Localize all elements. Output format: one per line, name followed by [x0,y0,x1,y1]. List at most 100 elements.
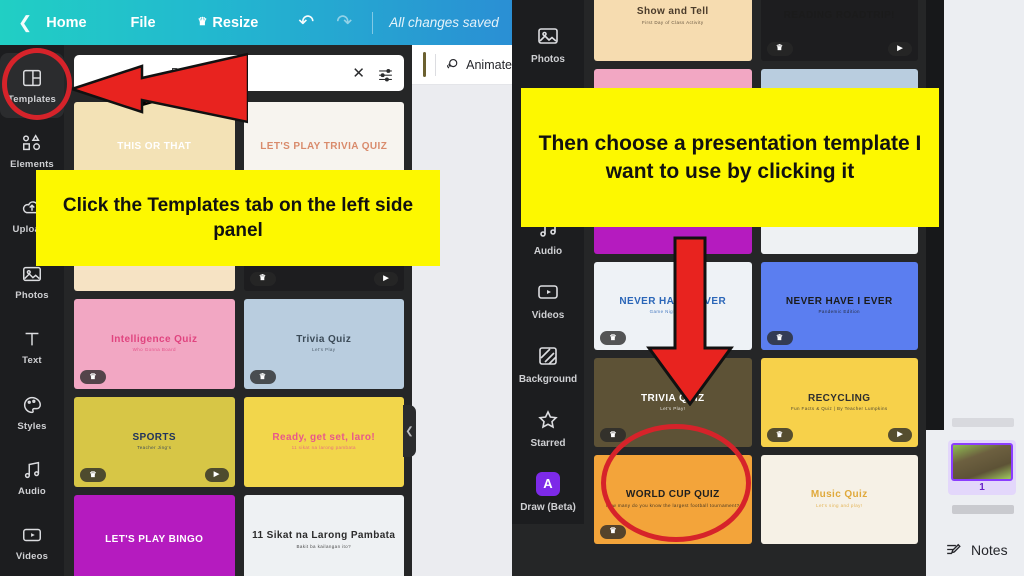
template-card[interactable]: NEVER HAVE I EVER Pandemic Edition ♛ [760,261,918,351]
template-card-subtitle: Let's Play! [660,406,686,412]
canvas-toolbar: Animate [412,45,512,85]
callout-left: Click the Templates tab on the left side… [36,170,440,266]
crown-icon: ♛ [249,271,276,286]
template-card-title: Intelligence QuizWho Gonna Board [111,333,198,353]
close-x-icon[interactable]: ✕ [352,64,365,82]
template-card[interactable]: 11 Sikat na Larong PambataBakit ba kaila… [243,495,404,576]
sidebar-label-photos: Photos [531,53,565,65]
photo-icon [536,24,560,48]
resize-label: Resize [212,14,259,31]
sliders-filter-icon[interactable] [377,66,394,82]
animate-layers-icon [447,58,458,69]
crown-icon: ♛ [600,524,626,539]
template-card-subtitle: Pandemic Edition [818,309,860,315]
template-card[interactable]: Trivia Quiz Let's Play ♛ [243,298,404,389]
template-card-title: Show and Tell First Day of Class Activity [636,6,709,25]
sidebar-item-audio[interactable]: Audio [0,445,64,510]
animate-button[interactable]: Animate [444,56,512,73]
play-icon[interactable]: ▶ [374,271,398,286]
left-side-panel-rail: Templates Elements Uploads Photos Text S… [0,45,64,576]
template-card[interactable]: LET'S PLAY BINGO [74,495,235,576]
template-card-title: LET'S PLAY BINGO [105,534,204,546]
animate-label: Animate [466,57,512,72]
red-arrow-down-icon [646,236,734,406]
crown-icon: ♛ [766,331,793,346]
sidebar-item-starred[interactable]: Starred [512,396,584,460]
template-card-subtitle: Who Gonna Board [132,347,176,353]
canvas-area-left: Animate [412,45,512,576]
save-status-label: All changes saved [389,15,499,30]
sidebar-label-audio: Audio [533,245,563,257]
scrollbar-track-top[interactable] [952,418,1014,427]
color-swatch-button[interactable] [423,52,427,77]
sidebar-label-photos: Photos [15,289,49,301]
file-menu-button[interactable]: File [131,15,156,31]
notes-button[interactable]: Notes [944,540,1008,559]
template-card-title: Music Quiz Let's sing and play! [810,489,868,508]
sidebar-label-background: Background [518,373,578,385]
sidebar-item-draw-beta[interactable]: A Draw (Beta) [512,460,584,524]
back-chevron-icon[interactable]: ❮ [18,13,32,33]
sidebar-item-text[interactable]: Text [0,315,64,380]
sidebar-item-photos[interactable]: Photos [512,12,584,76]
crown-icon: ♛ [249,369,276,384]
screenshot-root: ❮ Home File ♛ Resize ↶ ↷ All changes sav… [0,0,1024,576]
template-card-subtitle: 11 sikat na larong pambata [291,445,356,451]
play-icon[interactable]: ▶ [888,41,912,56]
template-card[interactable]: RECYCLING Fun Facts & Quiz | By Teacher L… [760,358,918,447]
template-card-title: RECYCLING Fun Facts & Quiz | By Teacher L… [790,392,888,412]
slide-thumbnail-panel: 1 Notes [926,0,1024,576]
slide-thumbnail-item[interactable]: 1 [948,440,1016,495]
video-play-icon [21,524,43,546]
video-play-icon [536,280,560,304]
sidebar-label-text: Text [22,355,42,367]
sidebar-item-background[interactable]: Background [512,332,584,396]
shapes-icon [21,132,43,154]
template-card-title: 11 Sikat na Larong PambataBakit ba kaila… [252,530,396,549]
template-card[interactable]: Music Quiz Let's sing and play! [760,454,918,544]
play-icon[interactable]: ▶ [888,427,912,442]
sidebar-label-elements: Elements [10,159,54,171]
sidebar-item-styles[interactable]: Styles [0,380,64,445]
home-button[interactable]: Home [46,15,86,31]
crown-icon: ♛ [600,331,626,346]
play-icon[interactable]: ▶ [204,468,229,483]
sidebar-label-audio: Audio [18,485,46,497]
redo-arrow-icon[interactable]: ↷ [336,11,352,34]
template-card-title: Trivia QuizLet's Play [296,333,352,353]
sidebar-label-starred: Starred [530,437,566,449]
template-card[interactable]: Intelligence Quiz Who Gonna Board ♛ [74,298,235,389]
sidebar-label-styles: Styles [17,420,47,432]
template-card-subtitle: Let's sing and play! [816,502,863,508]
sidebar-item-videos[interactable]: Videos [512,268,584,332]
template-card-subtitle: Bakit ba kailangan ito? [296,543,351,549]
sidebar-label-videos: Videos [531,309,565,321]
photo-icon [21,263,43,285]
editor-top-bar: ❮ Home File ♛ Resize ↶ ↷ All changes sav… [0,0,512,45]
crown-icon: ♛ [766,427,793,442]
crown-icon: ♛ [80,468,106,483]
template-card-title: LET'S PLAY TRIVIA QUIZ [260,140,388,152]
sidebar-label-draw-beta: Draw (Beta) [520,501,576,513]
template-card[interactable]: Ready, get set, laro! 11 sikat na larong … [243,396,404,488]
template-card[interactable]: READING ROADTRIP! ♛ ▶ [760,0,918,61]
template-card[interactable]: Show and Tell First Day of Class Activity [594,0,752,61]
crown-icon: ♛ [766,41,793,56]
sidebar-label-videos: Videos [15,551,49,563]
crown-icon: ♛ [600,427,626,442]
resize-button[interactable]: ♛ Resize [198,15,259,31]
sidebar-item-videos[interactable]: Videos [0,511,64,576]
background-hatch-icon [536,344,560,368]
callout-right: Then choose a presentation template I wa… [521,88,939,227]
panel-collapse-button[interactable]: ❮ [403,405,416,457]
template-card-subtitle: First Day of Class Activity [641,19,704,25]
undo-arrow-icon[interactable]: ↶ [298,11,314,34]
right-side-panel-rail: UploadsPhotosTextStylesAudioVideosBackgr… [512,0,584,524]
template-card-title: Ready, get set, laro! 11 sikat na larong … [272,431,376,451]
text-t-icon [21,328,43,350]
template-card-subtitle: Let's Play [312,347,336,353]
template-card[interactable]: SPORTS Teacher Jing's ♛ ▶ [74,396,235,488]
template-card-title: READING ROADTRIP! [783,10,895,22]
sidebar-item-uploads[interactable]: Uploads [512,0,584,12]
scrollbar-track-bottom[interactable] [952,505,1014,514]
